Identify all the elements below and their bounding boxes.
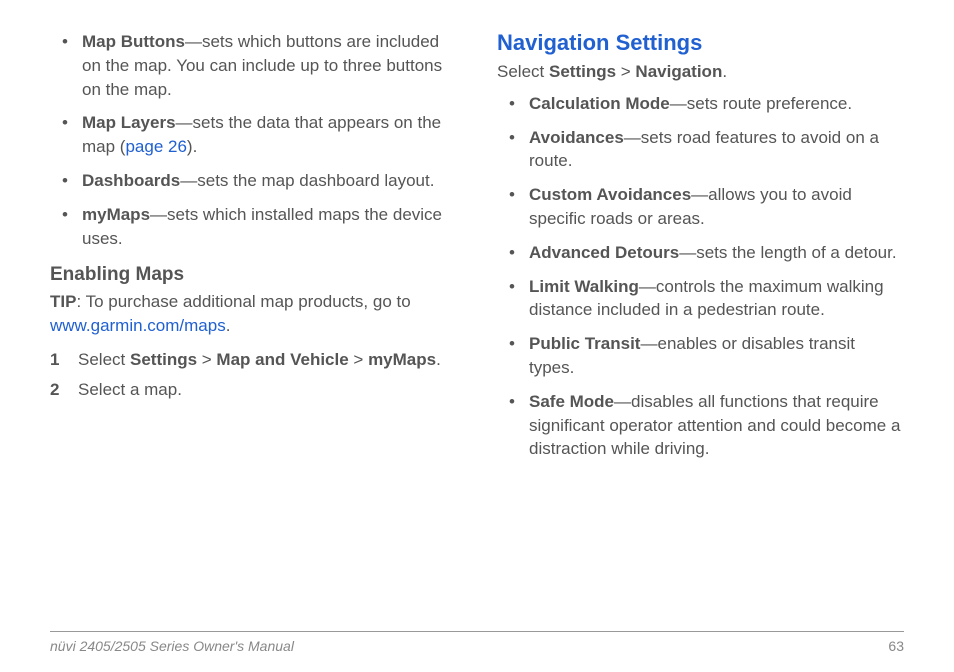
term: Map Buttons (82, 32, 185, 51)
bullet-text: Map Layers—sets the data that appears on… (82, 111, 457, 159)
b3: myMaps (368, 350, 436, 369)
bullet-text: Custom Avoidances—allows you to avoid sp… (529, 183, 904, 231)
tip-label: TIP (50, 292, 76, 311)
term: Dashboards (82, 171, 180, 190)
bullet-text: Calculation Mode—sets route preference. (529, 92, 904, 116)
bullet-icon: • (497, 241, 529, 265)
bullet-text: Advanced Detours—sets the length of a de… (529, 241, 904, 265)
tip-text-post: . (226, 316, 231, 335)
page-footer: nüvi 2405/2505 Series Owner's Manual 63 (50, 631, 904, 654)
bullet-text: Public Transit—enables or disables trans… (529, 332, 904, 380)
bullet-icon: • (497, 126, 529, 150)
bullet-text: Dashboards—sets the map dashboard layout… (82, 169, 457, 193)
term: myMaps (82, 205, 150, 224)
page-reference-link[interactable]: page 26 (125, 137, 186, 156)
list-item: • Map Buttons—sets which buttons are inc… (50, 30, 457, 101)
garmin-maps-link[interactable]: www.garmin.com/maps (50, 316, 226, 335)
list-item: • Map Layers—sets the data that appears … (50, 111, 457, 159)
pre: Select (497, 62, 549, 81)
step-number: 2 (50, 378, 78, 402)
b2: Map and Vehicle (216, 350, 348, 369)
bullet-text: Limit Walking—controls the maximum walki… (529, 275, 904, 323)
term: Safe Mode (529, 392, 614, 411)
post: . (722, 62, 727, 81)
right-column: Navigation Settings Select Settings > Na… (497, 30, 904, 610)
list-item: • myMaps—sets which installed maps the d… (50, 203, 457, 251)
step-text: Select a map. (78, 378, 457, 402)
instruction-line: Select Settings > Navigation. (497, 60, 904, 84)
step-item: 1 Select Settings > Map and Vehicle > my… (50, 348, 457, 372)
tip-line: TIP: To purchase additional map products… (50, 290, 457, 338)
left-bullet-list: • Map Buttons—sets which buttons are inc… (50, 30, 457, 250)
step-item: 2 Select a map. (50, 378, 457, 402)
heading-navigation-settings: Navigation Settings (497, 30, 904, 56)
list-item: • Safe Mode—disables all functions that … (497, 390, 904, 461)
right-bullet-list: • Calculation Mode—sets route preference… (497, 92, 904, 461)
post: . (436, 350, 441, 369)
bullet-text: Safe Mode—disables all functions that re… (529, 390, 904, 461)
list-item: • Dashboards—sets the map dashboard layo… (50, 169, 457, 193)
term: Limit Walking (529, 277, 639, 296)
desc: —sets the map dashboard layout. (180, 171, 434, 190)
list-item: • Limit Walking—controls the maximum wal… (497, 275, 904, 323)
sep: > (349, 350, 368, 369)
step-text: Select Settings > Map and Vehicle > myMa… (78, 348, 457, 372)
desc: —sets route preference. (670, 94, 852, 113)
step-number: 1 (50, 348, 78, 372)
bullet-icon: • (497, 390, 529, 414)
bullet-icon: • (497, 183, 529, 207)
list-item: • Avoidances—sets road features to avoid… (497, 126, 904, 174)
page-number: 63 (888, 638, 904, 654)
list-item: • Public Transit—enables or disables tra… (497, 332, 904, 380)
sep: > (616, 62, 635, 81)
left-column: • Map Buttons—sets which buttons are inc… (50, 30, 457, 610)
desc: —sets the length of a detour. (679, 243, 896, 262)
term: Calculation Mode (529, 94, 670, 113)
term: Advanced Detours (529, 243, 679, 262)
bullet-icon: • (50, 30, 82, 54)
bullet-text: Avoidances—sets road features to avoid o… (529, 126, 904, 174)
tip-text-pre: : To purchase additional map products, g… (76, 292, 410, 311)
bullet-icon: • (497, 92, 529, 116)
bullet-icon: • (497, 332, 529, 356)
term: Map Layers (82, 113, 176, 132)
desc-post: ). (187, 137, 197, 156)
bullet-text: Map Buttons—sets which buttons are inclu… (82, 30, 457, 101)
bullet-icon: • (50, 203, 82, 227)
pre: Select (78, 350, 130, 369)
term: Avoidances (529, 128, 624, 147)
b1: Settings (130, 350, 197, 369)
term: Custom Avoidances (529, 185, 691, 204)
b2: Navigation (635, 62, 722, 81)
manual-title: nüvi 2405/2505 Series Owner's Manual (50, 638, 294, 654)
bullet-text: myMaps—sets which installed maps the dev… (82, 203, 457, 251)
bullet-icon: • (497, 275, 529, 299)
term: Public Transit (529, 334, 640, 353)
subheading-enabling-maps: Enabling Maps (50, 264, 457, 286)
list-item: • Advanced Detours—sets the length of a … (497, 241, 904, 265)
list-item: • Calculation Mode—sets route preference… (497, 92, 904, 116)
bullet-icon: • (50, 111, 82, 135)
steps-list: 1 Select Settings > Map and Vehicle > my… (50, 348, 457, 402)
list-item: • Custom Avoidances—allows you to avoid … (497, 183, 904, 231)
page-content: • Map Buttons—sets which buttons are inc… (50, 30, 904, 610)
bullet-icon: • (50, 169, 82, 193)
sep: > (197, 350, 216, 369)
b1: Settings (549, 62, 616, 81)
